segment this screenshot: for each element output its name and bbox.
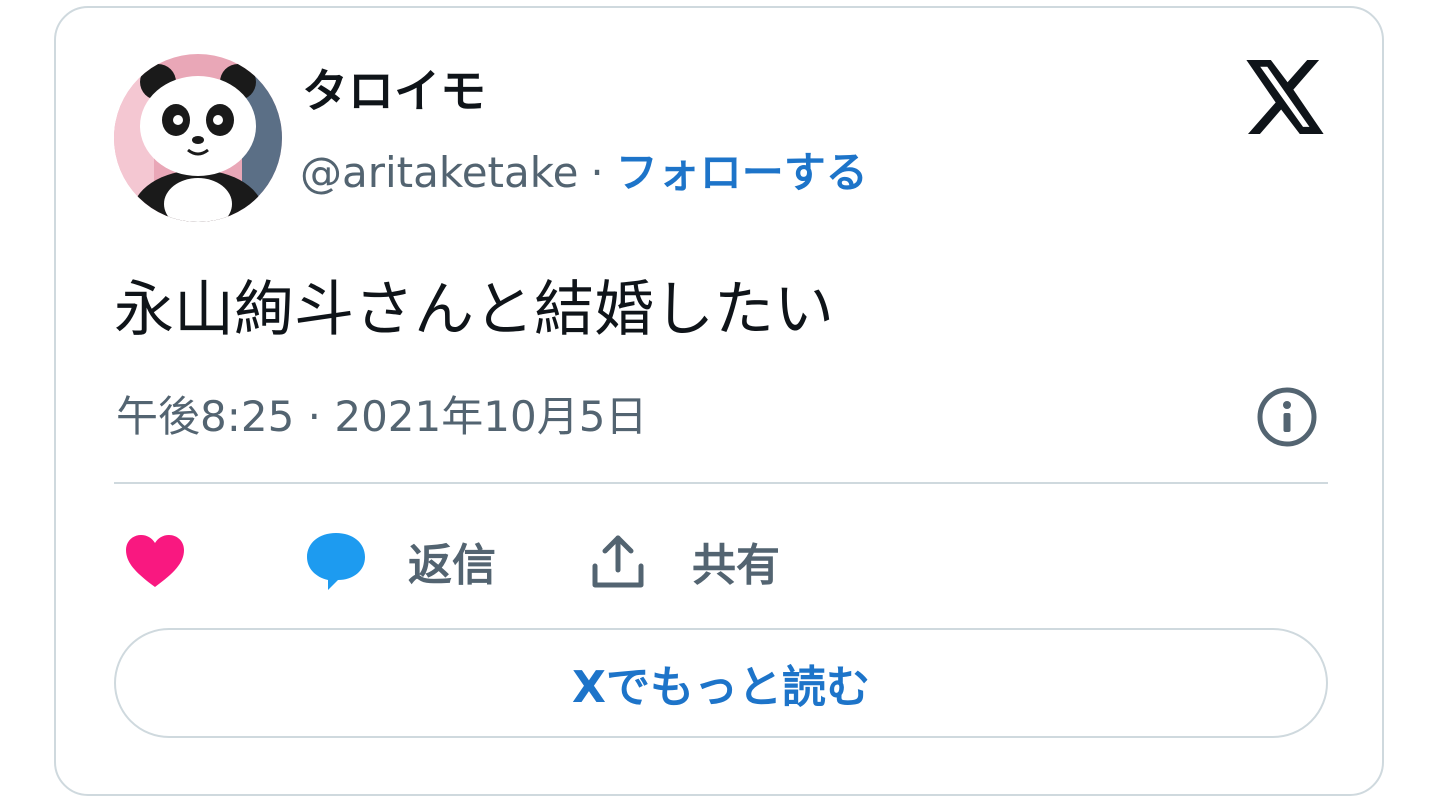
reply-label: 返信 <box>408 540 496 591</box>
speech-bubble-icon <box>307 533 365 590</box>
read-more-label: Xでもっと読む <box>572 662 870 713</box>
tweet-timestamp[interactable]: 午後8:25 · 2021年10月5日 <box>116 396 647 438</box>
share-button[interactable]: 共有 <box>590 526 780 596</box>
like-button[interactable] <box>124 526 186 596</box>
tweet-embed-card: タロイモ @aritaketake · フォローする 永山絢斗さんと結婚したい 午後… <box>54 6 1384 796</box>
panda-avatar-icon <box>114 54 282 222</box>
author-handle[interactable]: @aritaketake <box>300 148 578 197</box>
info-icon[interactable] <box>1254 384 1320 450</box>
author-avatar[interactable] <box>114 54 282 222</box>
share-upload-icon <box>592 535 644 588</box>
x-logo-icon[interactable] <box>1246 60 1324 134</box>
tweet-text: 永山絢斗さんと結婚したい <box>114 275 834 345</box>
author-display-name[interactable]: タロイモ <box>302 68 486 114</box>
read-more-on-x-button[interactable]: Xでもっと読む <box>114 628 1328 738</box>
divider <box>114 482 1328 484</box>
follow-link[interactable]: フォローする <box>616 148 868 197</box>
separator-dot: · <box>590 148 604 197</box>
heart-icon <box>126 535 184 587</box>
author-handle-row: @aritaketake · フォローする <box>300 152 868 194</box>
share-label: 共有 <box>692 540 780 591</box>
reply-button[interactable]: 返信 <box>304 526 496 596</box>
